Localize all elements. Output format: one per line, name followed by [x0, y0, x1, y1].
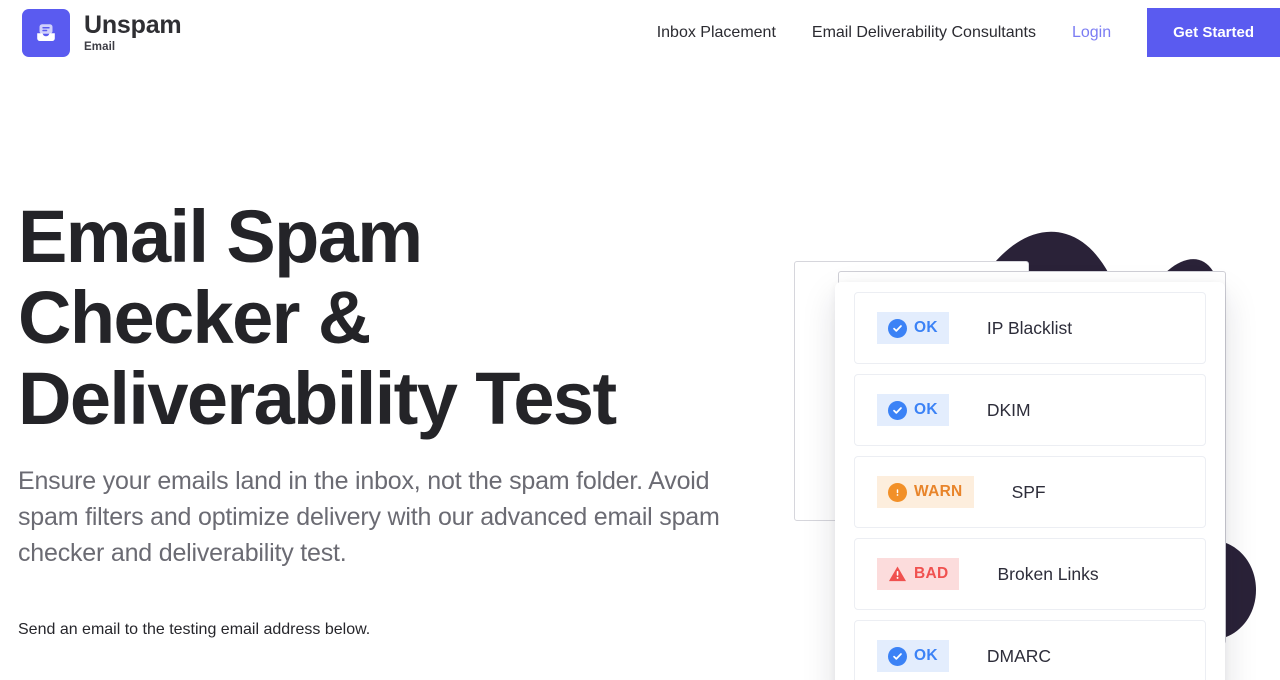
- status-label: OK: [914, 647, 938, 664]
- get-started-button[interactable]: Get Started: [1147, 8, 1280, 57]
- nav-link-email-deliverability-consultants[interactable]: Email Deliverability Consultants: [812, 24, 1036, 42]
- main-nav: Inbox Placement Email Deliverability Con…: [657, 0, 1280, 65]
- status-badge: OK: [877, 312, 949, 344]
- check-circle-icon: [888, 646, 907, 666]
- hero-subtitle: Ensure your emails land in the inbox, no…: [18, 467, 720, 567]
- status-label: OK: [914, 319, 938, 336]
- table-row[interactable]: OK DMARC: [854, 620, 1206, 680]
- status-badge: OK: [877, 394, 949, 426]
- table-row[interactable]: WARN SPF: [854, 456, 1206, 528]
- site-header: Unspam Email Inbox Placement Email Deliv…: [0, 0, 1280, 65]
- check-name: SPF: [1011, 481, 1046, 502]
- landing-page: Unspam Email Inbox Placement Email Deliv…: [0, 0, 1280, 680]
- check-circle-icon: [888, 400, 907, 420]
- inbox-tray-icon: [33, 20, 59, 46]
- status-badge: OK: [877, 640, 949, 672]
- status-badge: BAD: [877, 558, 960, 590]
- status-label: BAD: [914, 565, 949, 582]
- hero-illustration: OK IP Blacklist OK DKIM WARN SPF BAD Bro…: [780, 120, 1280, 680]
- hero-instruction-note: Send an email to the testing email addre…: [18, 621, 371, 638]
- brand-name: Unspam: [84, 10, 182, 39]
- status-badge: WARN: [877, 476, 974, 508]
- check-name: DKIM: [986, 399, 1031, 420]
- logo-tile: [22, 8, 70, 57]
- table-row[interactable]: OK DKIM: [854, 374, 1206, 446]
- page-title: Email Spam Checker & Deliverability Test: [18, 195, 617, 440]
- table-row[interactable]: OK IP Blacklist: [854, 292, 1206, 364]
- check-name: Broken Links: [997, 563, 1099, 584]
- check-name: DMARC: [986, 645, 1052, 666]
- deliverability-results-card: OK IP Blacklist OK DKIM WARN SPF BAD Bro…: [835, 282, 1225, 680]
- check-name: IP Blacklist: [986, 317, 1073, 338]
- brand-logo[interactable]: Unspam Email: [22, 8, 182, 57]
- status-label: OK: [914, 401, 938, 418]
- warning-triangle-icon: [888, 565, 907, 584]
- check-circle-icon: [888, 318, 907, 338]
- brand-text: Unspam Email: [84, 10, 182, 54]
- exclamation-circle-icon: [888, 482, 907, 502]
- hero-section: Email Spam Checker & Deliverability Test…: [18, 196, 758, 639]
- brand-subtitle: Email: [84, 40, 116, 53]
- nav-link-login[interactable]: Login: [1072, 24, 1111, 42]
- table-row[interactable]: BAD Broken Links: [854, 538, 1206, 610]
- nav-link-inbox-placement[interactable]: Inbox Placement: [657, 24, 776, 42]
- status-label: WARN: [914, 483, 963, 500]
